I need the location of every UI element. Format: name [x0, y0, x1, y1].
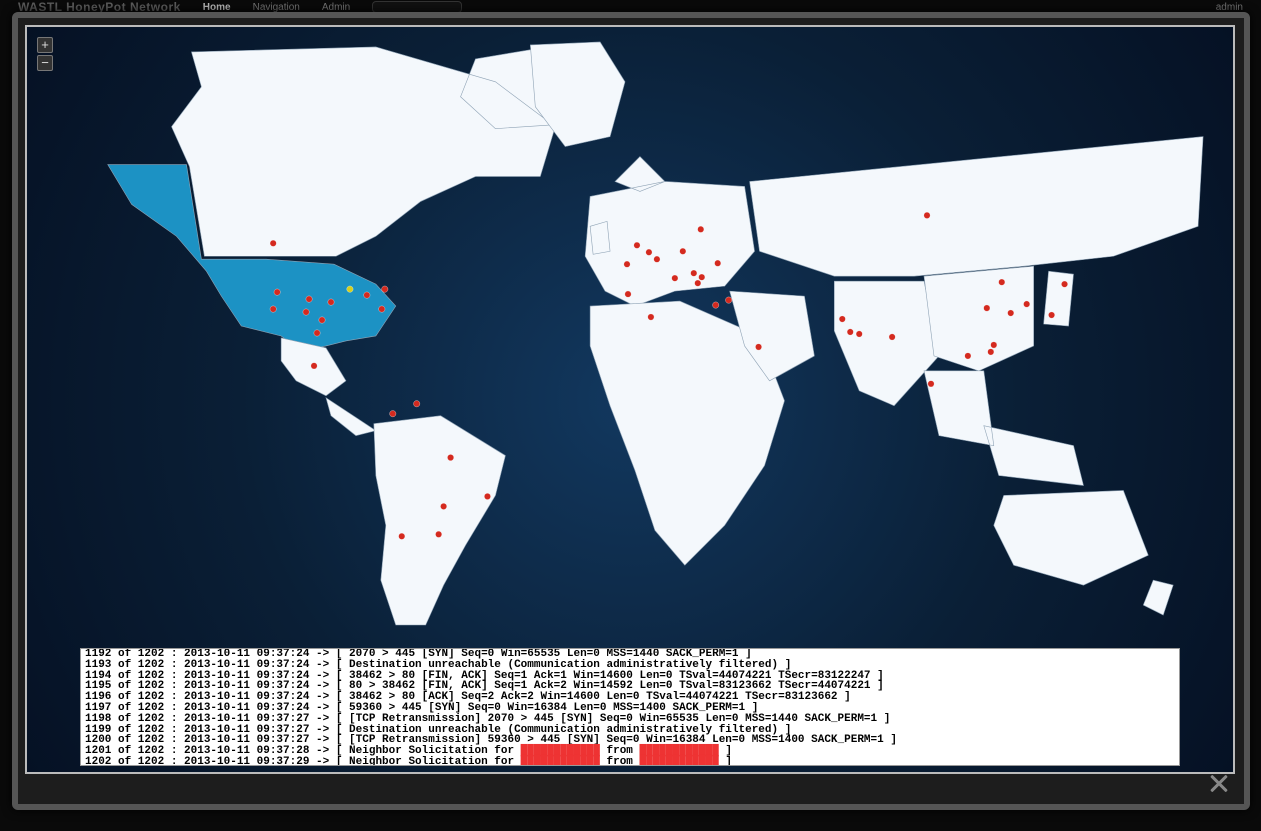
map-marker-af-1[interactable]	[648, 314, 654, 320]
map-marker-eu-2[interactable]	[634, 242, 640, 248]
map-marker-us-2[interactable]	[274, 289, 280, 295]
nav-home[interactable]: Home	[203, 2, 231, 13]
zoom-out-button[interactable]: −	[37, 55, 53, 71]
map-marker-jp-1[interactable]	[1048, 312, 1054, 318]
nav-user[interactable]: admin	[1216, 2, 1243, 13]
map-marker-as-5[interactable]	[928, 381, 934, 387]
log-line: 1202 of 1202 : 2013-10-11 09:37:29 -> [ …	[85, 757, 1175, 766]
map-marker-cn-4[interactable]	[965, 353, 971, 359]
map-marker-us-6[interactable]	[319, 317, 325, 323]
region-europe[interactable]	[585, 157, 754, 307]
map-marker-us-7[interactable]	[314, 330, 320, 336]
map-marker-eu-14[interactable]	[725, 297, 731, 303]
map-marker-eu-5[interactable]	[672, 275, 678, 281]
map-marker-eu-13[interactable]	[713, 302, 719, 308]
zoom-controls: + −	[37, 37, 53, 73]
region-japan[interactable]	[1044, 271, 1074, 326]
map-marker-us-1[interactable]	[270, 240, 276, 246]
region-south-asia[interactable]	[834, 281, 939, 406]
map-marker-us-5[interactable]	[306, 296, 312, 302]
map-marker-co-1[interactable]	[414, 401, 420, 407]
map-marker-us-9[interactable]	[364, 292, 370, 298]
map-marker-ru-1[interactable]	[924, 212, 930, 218]
map-marker-me-1[interactable]	[755, 344, 761, 350]
zoom-in-button[interactable]: +	[37, 37, 53, 53]
map-marker-eu-3[interactable]	[646, 249, 652, 255]
map-marker-br-1[interactable]	[447, 454, 453, 460]
region-russia[interactable]	[750, 137, 1203, 277]
map-modal: + −	[12, 12, 1250, 810]
close-button[interactable]	[1208, 772, 1230, 794]
map-marker-mx-1[interactable]	[311, 363, 317, 369]
region-australia[interactable]	[994, 490, 1148, 585]
map-marker-cn-2[interactable]	[984, 305, 990, 311]
region-se-asia[interactable]	[924, 371, 1083, 486]
log-line: 1193 of 1202 : 2013-10-11 09:37:24 -> [ …	[85, 660, 1175, 671]
nav-navigation[interactable]: Navigation	[253, 2, 300, 13]
map-marker-us-4[interactable]	[303, 309, 309, 315]
nav-admin[interactable]: Admin	[322, 2, 350, 13]
map-marker-us-10[interactable]	[382, 286, 388, 292]
map-marker-as-1[interactable]	[839, 316, 845, 322]
region-uk[interactable]	[590, 221, 610, 254]
map-marker-ar-1[interactable]	[399, 533, 405, 539]
map-marker-eu-7[interactable]	[691, 270, 697, 276]
map-marker-jp-2[interactable]	[1061, 281, 1067, 287]
map-marker-eu-10[interactable]	[715, 260, 721, 266]
map-marker-ve-1[interactable]	[390, 411, 396, 417]
map-marker-cn-1[interactable]	[999, 279, 1005, 285]
map-marker-as-4[interactable]	[889, 334, 895, 340]
region-south-america[interactable]	[374, 416, 506, 625]
map-marker-us-local[interactable]	[347, 286, 353, 292]
map-marker-br-3[interactable]	[484, 493, 490, 499]
map-marker-as-3[interactable]	[856, 331, 862, 337]
map-marker-eu-4[interactable]	[654, 256, 660, 262]
region-east-asia[interactable]	[924, 266, 1034, 371]
log-line: 1198 of 1202 : 2013-10-11 09:37:27 -> [ …	[85, 714, 1175, 725]
log-console[interactable]: 1192 of 1202 : 2013-10-11 09:37:24 -> [ …	[80, 648, 1180, 766]
map-marker-eu-6[interactable]	[680, 248, 686, 254]
region-canada[interactable]	[172, 47, 581, 256]
map-marker-eu-12[interactable]	[625, 291, 631, 297]
map-marker-us-8[interactable]	[328, 299, 334, 305]
map-marker-ar-2[interactable]	[435, 531, 441, 537]
map-marker-eu-1[interactable]	[624, 261, 630, 267]
map-marker-br-2[interactable]	[440, 503, 446, 509]
map-panel[interactable]: + −	[25, 25, 1235, 774]
map-marker-eu-8[interactable]	[695, 280, 701, 286]
map-marker-cn-5[interactable]	[988, 349, 994, 355]
map-marker-eu-11[interactable]	[698, 226, 704, 232]
map-marker-as-2[interactable]	[847, 329, 853, 335]
map-marker-us-11[interactable]	[379, 306, 385, 312]
region-nz[interactable]	[1143, 580, 1173, 615]
region-central-am[interactable]	[326, 398, 376, 436]
map-marker-eu-9[interactable]	[699, 274, 705, 280]
map-marker-kr-1[interactable]	[1023, 301, 1029, 307]
map-marker-cn-3[interactable]	[1008, 310, 1014, 316]
map-marker-us-3[interactable]	[270, 306, 276, 312]
map-marker-cn-6[interactable]	[991, 342, 997, 348]
